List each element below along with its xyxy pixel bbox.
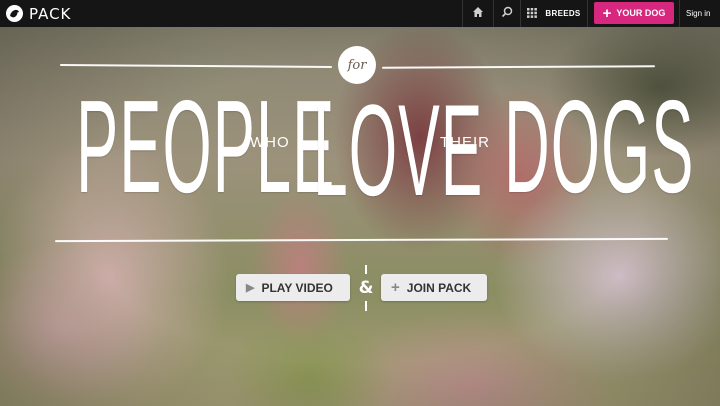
headline-word-who: WHO: [250, 134, 290, 151]
join-pack-button[interactable]: + JOIN PACK: [381, 274, 487, 301]
top-nav: PACK BREEDS + YOUR DOG Sign in: [0, 0, 720, 27]
signin-link[interactable]: Sign in: [686, 0, 710, 27]
divider-line: [365, 301, 367, 311]
headline-word-their: THEIR: [440, 134, 490, 151]
search-icon: [501, 5, 513, 23]
add-your-dog-button[interactable]: + YOUR DOG: [594, 2, 674, 24]
hero: for PEOPLE WHO LOVE THEIR DOGS ▶ PLAY VI…: [0, 27, 720, 406]
join-pack-label: JOIN PACK: [406, 280, 472, 295]
ampersand-divider: &: [358, 265, 374, 311]
nav-divider: [679, 0, 680, 27]
brand-name: PACK: [29, 4, 72, 23]
breeds-button[interactable]: BREEDS: [521, 0, 587, 27]
plus-icon: +: [602, 4, 612, 22]
home-icon: [472, 5, 484, 23]
brand[interactable]: PACK: [0, 0, 71, 27]
nav-divider: [587, 0, 588, 27]
home-button[interactable]: [463, 0, 493, 27]
play-icon: ▶: [246, 282, 255, 294]
divider-line: [365, 265, 367, 274]
page: PACK BREEDS + YOUR DOG Sign in for PEOPL…: [0, 0, 720, 406]
ampersand: &: [358, 278, 374, 298]
pack-logo-icon: [6, 5, 23, 22]
play-video-button[interactable]: ▶ PLAY VIDEO: [236, 274, 350, 301]
your-dog-label: YOUR DOG: [616, 8, 666, 18]
play-video-label: PLAY VIDEO: [261, 280, 333, 295]
headline-word-people: PEOPLE: [76, 73, 336, 220]
search-button[interactable]: [494, 0, 520, 27]
grid-icon: [527, 7, 538, 20]
breeds-label: BREEDS: [545, 9, 581, 18]
plus-icon: +: [391, 279, 400, 296]
headline-word-dogs: DOGS: [504, 73, 695, 220]
